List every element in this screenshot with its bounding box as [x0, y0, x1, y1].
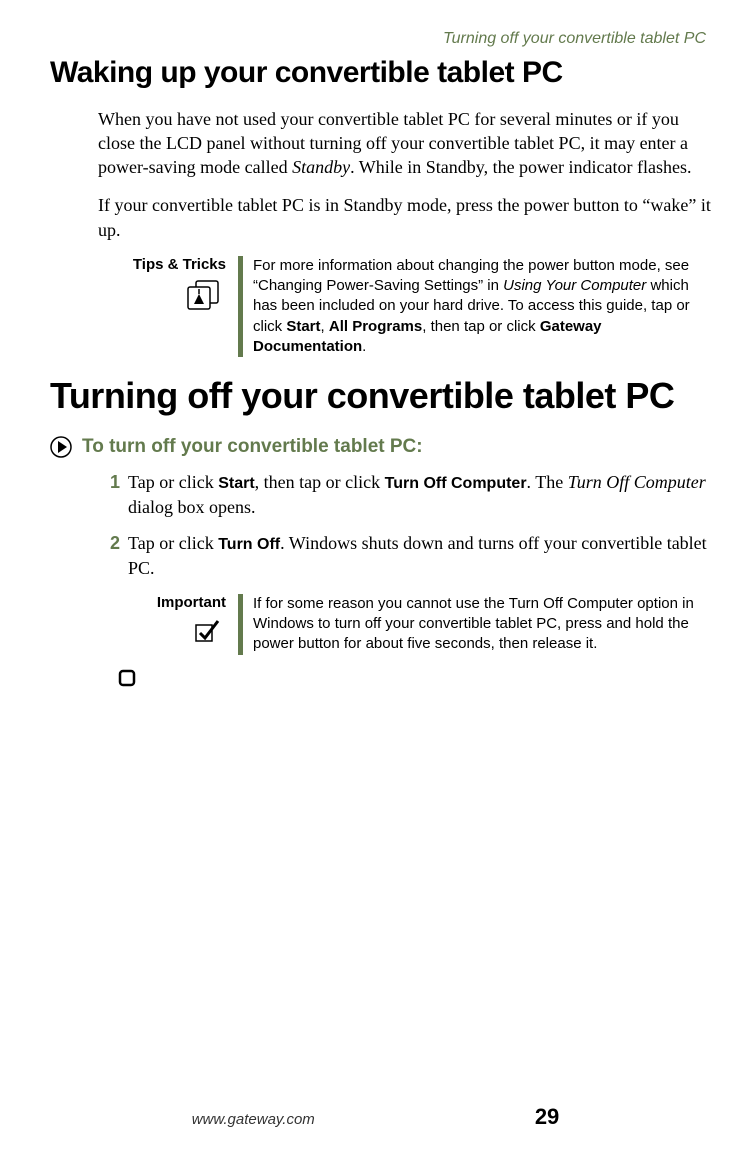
text-bold: Start [218, 475, 254, 492]
step-item: 2 Tap or click Turn Off. Windows shuts d… [110, 531, 711, 580]
section-heading-waking: Waking up your convertible tablet PC [50, 56, 711, 91]
task-title: To turn off your convertible tablet PC: [50, 436, 711, 458]
running-header: Turning off your convertible tablet PC [50, 30, 711, 48]
step-number: 2 [110, 531, 120, 580]
text-bold: Turn Off [218, 536, 280, 553]
play-icon [50, 436, 72, 458]
text-italic: Turn Off Computer [568, 472, 706, 492]
page-number: 29 [535, 1104, 559, 1130]
callout-tips-tricks: Tips & Tricks For more information about… [118, 256, 711, 357]
checkbox-icon [118, 617, 226, 643]
text-bold: Turn Off Computer [385, 475, 527, 492]
text-bold: All Programs [329, 318, 422, 335]
text-bold: Start [286, 318, 320, 335]
text-italic: Using Your Computer [503, 277, 646, 294]
text-italic: Standby [292, 157, 350, 177]
text-run: . While in Standby, the power indicator … [350, 157, 691, 177]
body-paragraph: When you have not used your convertible … [98, 107, 711, 180]
callout-body: If for some reason you cannot use the Tu… [243, 594, 711, 655]
step-item: 1 Tap or click Start, then tap or click … [110, 470, 711, 519]
callout-label-column: Important [118, 594, 238, 655]
step-number: 1 [110, 470, 120, 519]
step-text: Tap or click Turn Off. Windows shuts dow… [128, 531, 711, 580]
text-run: Tap or click [128, 472, 218, 492]
callout-label: Tips & Tricks [118, 256, 226, 273]
chapter-heading-turning-off: Turning off your convertible tablet PC [50, 377, 711, 416]
text-run: , [321, 318, 329, 335]
callout-label: Important [118, 594, 226, 611]
page-footer: www.gateway.com 29 [0, 1104, 751, 1130]
text-run: . The [527, 472, 568, 492]
text-run: . [362, 338, 366, 355]
text-run: Tap or click [128, 533, 218, 553]
callout-body: For more information about changing the … [243, 256, 711, 357]
tips-icon [118, 279, 226, 311]
body-paragraph: If your convertible tablet PC is in Stan… [98, 193, 711, 242]
callout-important: Important If for some reason you cannot … [118, 594, 711, 655]
callout-label-column: Tips & Tricks [118, 256, 238, 357]
text-run: , then tap or click [422, 318, 540, 335]
stop-icon [118, 669, 136, 687]
step-text: Tap or click Start, then tap or click Tu… [128, 470, 711, 519]
text-run: , then tap or click [255, 472, 385, 492]
task-title-text: To turn off your convertible tablet PC: [82, 436, 423, 458]
footer-url: www.gateway.com [192, 1111, 315, 1128]
end-task-marker [118, 669, 711, 692]
text-run: dialog box opens. [128, 497, 256, 517]
